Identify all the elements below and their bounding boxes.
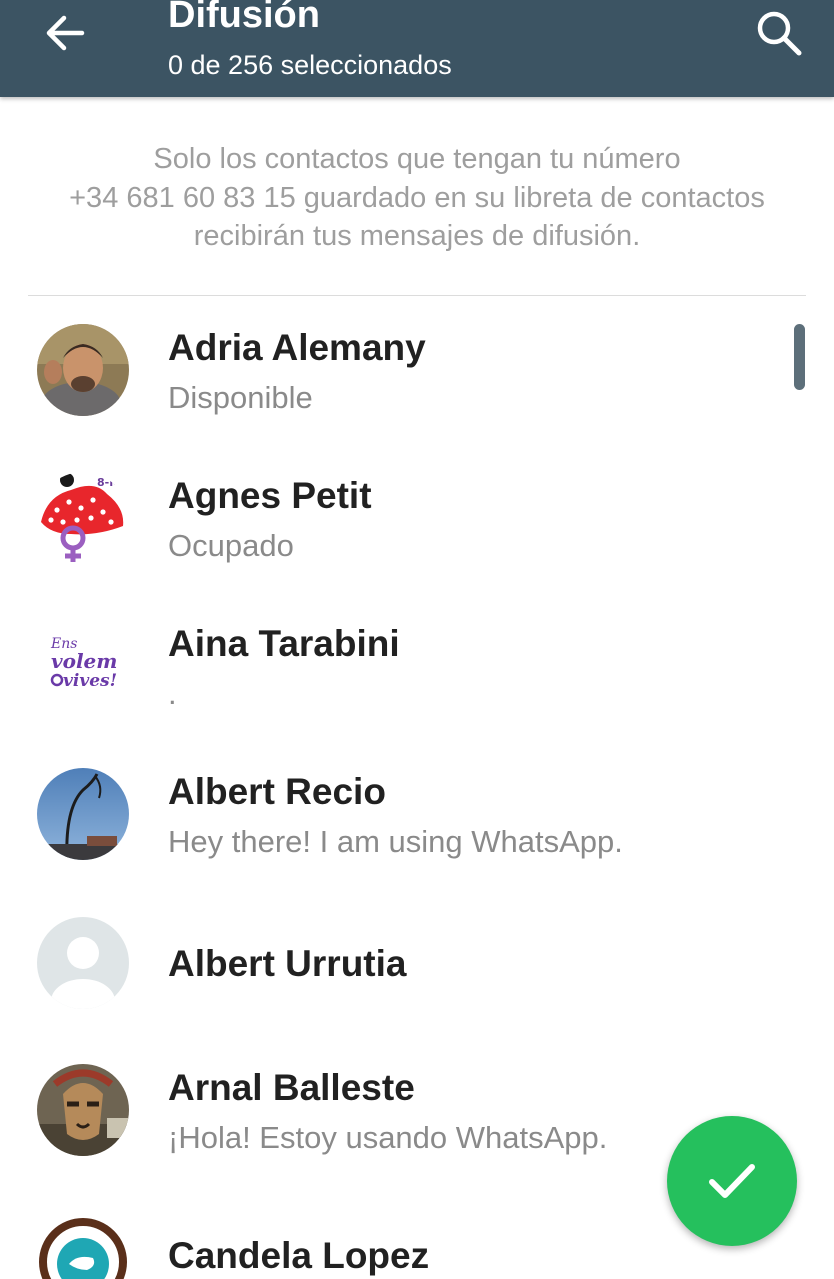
check-icon xyxy=(709,1164,755,1198)
contact-row[interactable]: 8-M Agnes Petit Ocupado xyxy=(0,448,834,596)
contact-row[interactable]: Albert Recio Hey there! I am using Whats… xyxy=(0,744,834,892)
contact-name: Aina Tarabini xyxy=(168,623,400,664)
contact-name: Albert Recio xyxy=(168,771,386,812)
contact-avatar xyxy=(37,1064,129,1156)
divider xyxy=(28,295,806,296)
contact-status: . xyxy=(168,676,177,711)
contact-status: Ocupado xyxy=(168,528,294,563)
contact-name: Candela Lopez xyxy=(168,1235,430,1276)
page-title: Difusión xyxy=(168,0,320,36)
contact-name: Arnal Balleste xyxy=(168,1067,415,1108)
avatar-text: vives! xyxy=(63,671,117,691)
confirm-selection-button[interactable] xyxy=(667,1116,797,1246)
contact-name: Albert Urrutia xyxy=(168,943,407,984)
selected-count: 0 de 256 seleccionados xyxy=(168,50,452,80)
contact-row[interactable]: Adria Alemany Disponible xyxy=(0,300,834,448)
arrow-left-icon xyxy=(46,15,85,51)
contact-name: Agnes Petit xyxy=(168,475,372,516)
contact-row[interactable]: Albert Urrutia xyxy=(0,892,834,1040)
contact-avatar xyxy=(37,768,129,860)
search-icon xyxy=(757,11,802,56)
avatar-tag: 8-M xyxy=(97,476,120,489)
search-button[interactable] xyxy=(752,6,806,60)
contact-row[interactable]: Ens volem vives! Aina Tarabini . xyxy=(0,596,834,744)
notice-line: +34 681 60 83 15 guardado en su libreta … xyxy=(69,181,765,214)
back-button[interactable] xyxy=(40,8,90,58)
contact-avatar xyxy=(37,1216,129,1279)
contact-avatar: Ens volem vives! xyxy=(37,620,129,712)
broadcast-notice: Solo los contactos que tengan tu número … xyxy=(0,140,834,256)
contact-name: Adria Alemany xyxy=(168,327,426,368)
contact-status: Hey there! I am using WhatsApp. xyxy=(168,824,623,859)
notice-line: recibirán tus mensajes de difusión. xyxy=(193,220,641,252)
contact-avatar xyxy=(37,324,129,416)
contact-status: Disponible xyxy=(168,380,313,415)
app-bar: Difusión 0 de 256 seleccionados xyxy=(0,0,834,97)
scrollbar-thumb[interactable] xyxy=(794,324,805,390)
avatar-text: volem xyxy=(51,649,117,673)
contact-status: ¡Hola! Estoy usando WhatsApp. xyxy=(168,1120,608,1155)
contact-avatar: 8-M xyxy=(37,472,129,564)
default-avatar-icon xyxy=(37,917,129,1009)
notice-line: Solo los contactos que tengan tu número xyxy=(153,143,681,175)
